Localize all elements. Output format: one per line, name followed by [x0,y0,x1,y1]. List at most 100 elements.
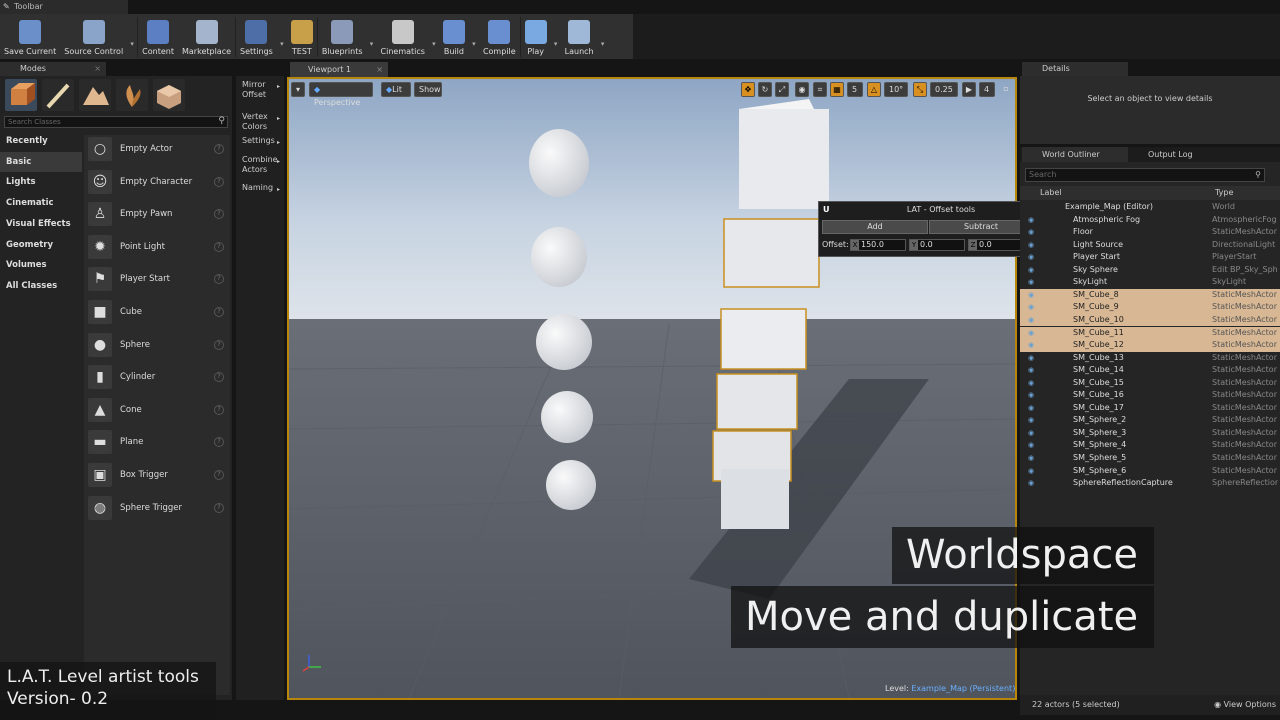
outliner-row[interactable]: ◉ SM_Sphere_6 StaticMeshActor [1020,465,1280,478]
visibility-eye-icon[interactable]: ◉ [1028,314,1034,327]
translate-icon[interactable]: ✥ [741,82,755,97]
dropdown-arrow-icon[interactable]: ▾ [551,14,561,59]
dropdown-arrow-icon[interactable]: ▾ [429,14,439,59]
submenu-settings[interactable]: Settings ▸ [236,136,284,146]
search-classes-input[interactable]: Search Classes ⚲ [4,116,228,128]
geometry-edit-mode-icon[interactable] [153,79,185,111]
visibility-eye-icon[interactable]: ◉ [1028,439,1034,452]
visibility-eye-icon[interactable]: ◉ [1028,264,1034,277]
dropdown-arrow-icon[interactable]: ▾ [469,14,479,59]
place-item-cylinder[interactable]: ▮ Cylinder? [84,361,230,393]
visibility-eye-icon[interactable]: ◉ [1028,301,1034,314]
visibility-eye-icon[interactable]: ◉ [1028,276,1034,289]
scale-snap-value[interactable]: 0.25 [930,82,958,97]
submenu-mirror-offset[interactable]: Mirror Offset ▸ [236,80,284,100]
launch-button[interactable]: Launch [561,14,598,59]
category-cinematic[interactable]: Cinematic [0,193,82,213]
close-icon[interactable]: × [376,62,383,77]
place-item-cone[interactable]: ▲ Cone? [84,394,230,426]
build-button[interactable]: Build [439,14,469,59]
foliage-mode-icon[interactable] [116,79,148,111]
camera-speed-icon[interactable]: ▶ [962,82,976,97]
outliner-row[interactable]: ◉ SM_Cube_17 StaticMeshActor [1020,402,1280,415]
content-button[interactable]: Content [138,14,178,59]
outliner-row[interactable]: ◉ SM_Cube_12 StaticMeshActor [1020,339,1280,352]
scale-snap-icon[interactable]: ⤡ [913,82,927,97]
help-icon[interactable]: ? [214,209,224,220]
visibility-eye-icon[interactable]: ◉ [1028,402,1034,415]
visibility-eye-icon[interactable]: ◉ [1028,352,1034,365]
outliner-row[interactable]: ◉ Floor StaticMeshActor [1020,226,1280,239]
place-item-cube[interactable]: ■ Cube? [84,296,230,328]
rotate-icon[interactable]: ↻ [758,82,772,97]
help-icon[interactable]: ? [214,404,224,415]
outliner-row[interactable]: ◉ SM_Cube_16 StaticMeshActor [1020,389,1280,402]
outliner-row[interactable]: ◉ SM_Cube_15 StaticMeshActor [1020,377,1280,390]
details-tab[interactable]: Details [1022,62,1128,76]
scale-icon[interactable]: ⤢ [775,82,789,97]
place-item-point-light[interactable]: ✹ Point Light? [84,231,230,263]
camera-speed-value[interactable]: 4 [979,82,995,97]
category-lights[interactable]: Lights [0,172,82,192]
outliner-row[interactable]: ◉ SM_Sphere_4 StaticMeshActor [1020,439,1280,452]
blueprints-button[interactable]: Blueprints [318,14,367,59]
help-icon[interactable]: ? [214,502,224,513]
source-control-button[interactable]: Source Control [60,14,127,59]
close-icon[interactable]: × [94,62,101,76]
visibility-eye-icon[interactable]: ◉ [1028,427,1034,440]
visibility-eye-icon[interactable]: ◉ [1028,389,1034,402]
type-column-header[interactable]: Type [1215,186,1233,200]
subtract-button[interactable]: Subtract [929,220,1033,234]
place-item-player-start[interactable]: ⚑ Player Start? [84,263,230,295]
outliner-row[interactable]: ◉ SM_Cube_8 StaticMeshActor [1020,288,1280,302]
cinematics-button[interactable]: Cinematics [377,14,429,59]
toolbar-tab[interactable]: ✎ Toolbar [0,0,128,14]
offset-y-field[interactable]: Y 0.0 [909,239,965,251]
submenu-vertex-colors[interactable]: Vertex Colors ▸ [236,112,284,132]
label-column-header[interactable]: Label [1040,186,1062,200]
lit-button[interactable]: ◆Lit [381,82,411,97]
add-button[interactable]: Add [822,220,928,234]
viewport-options-arrow-icon[interactable]: ▾ [291,82,305,97]
visibility-eye-icon[interactable]: ◉ [1028,477,1034,490]
dropdown-arrow-icon[interactable]: ▾ [367,14,377,59]
help-icon[interactable]: ? [214,144,224,154]
outliner-row[interactable]: ◉ SM_Cube_14 StaticMeshActor [1020,364,1280,377]
perspective-button[interactable]: ◆ Perspective [309,82,373,107]
outliner-search-input[interactable]: Search ⚲ [1025,168,1265,182]
outliner-row[interactable]: ◉ SkyLight SkyLight [1020,276,1280,289]
marketplace-button[interactable]: Marketplace [178,14,235,59]
outliner-row[interactable]: ◉ Sky Sphere Edit BP_Sky_Sph [1020,264,1280,277]
place-item-empty-pawn[interactable]: ♙ Empty Pawn? [84,198,230,230]
offset-x-field[interactable]: X 150.0 [850,239,906,251]
play-button[interactable]: Play [521,14,551,59]
grid-snap-icon[interactable]: ▦ [830,82,844,97]
outliner-row[interactable]: ◉ SM_Cube_13 StaticMeshActor [1020,352,1280,365]
outliner-row[interactable]: ◉ SM_Cube_9 StaticMeshActor [1020,301,1280,314]
rotation-snap-value[interactable]: 10° [884,82,908,97]
category-all-classes[interactable]: All Classes [0,276,82,296]
place-item-sphere[interactable]: ● Sphere? [84,329,230,361]
visibility-eye-icon[interactable]: ◉ [1028,289,1034,302]
submenu-combine-actors[interactable]: Combine Actors ▸ [236,155,284,175]
outliner-row[interactable]: ◉ Atmospheric Fog AtmosphericFog [1020,214,1280,227]
outliner-row[interactable]: ◉ SM_Sphere_5 StaticMeshActor [1020,452,1280,465]
place-item-sphere-trigger[interactable]: ◍ Sphere Trigger? [84,492,230,524]
visibility-eye-icon[interactable]: ◉ [1028,251,1034,264]
output-log-tab[interactable]: Output Log [1128,147,1224,162]
visibility-eye-icon[interactable]: ◉ [1028,239,1034,252]
place-item-plane[interactable]: ▬ Plane? [84,426,230,458]
outliner-row[interactable]: ◉ SphereReflectionCapture SphereReflection [1020,477,1280,490]
grid-snap-value[interactable]: 5 [847,82,863,97]
visibility-eye-icon[interactable]: ◉ [1028,339,1034,352]
visibility-eye-icon[interactable]: ◉ [1028,414,1034,427]
show-button[interactable]: Show [414,82,442,97]
paint-mode-icon[interactable] [42,79,74,111]
help-icon[interactable]: ? [214,372,224,383]
outliner-row[interactable]: ◉ SM_Cube_11 StaticMeshActor [1020,326,1280,339]
place-item-empty-character[interactable]: ☺ Empty Character? [84,166,230,198]
help-icon[interactable]: ? [214,307,224,317]
compile-button[interactable]: Compile [479,14,520,59]
dropdown-arrow-icon[interactable]: ▾ [127,14,137,59]
save-current-button[interactable]: Save Current [0,14,60,59]
